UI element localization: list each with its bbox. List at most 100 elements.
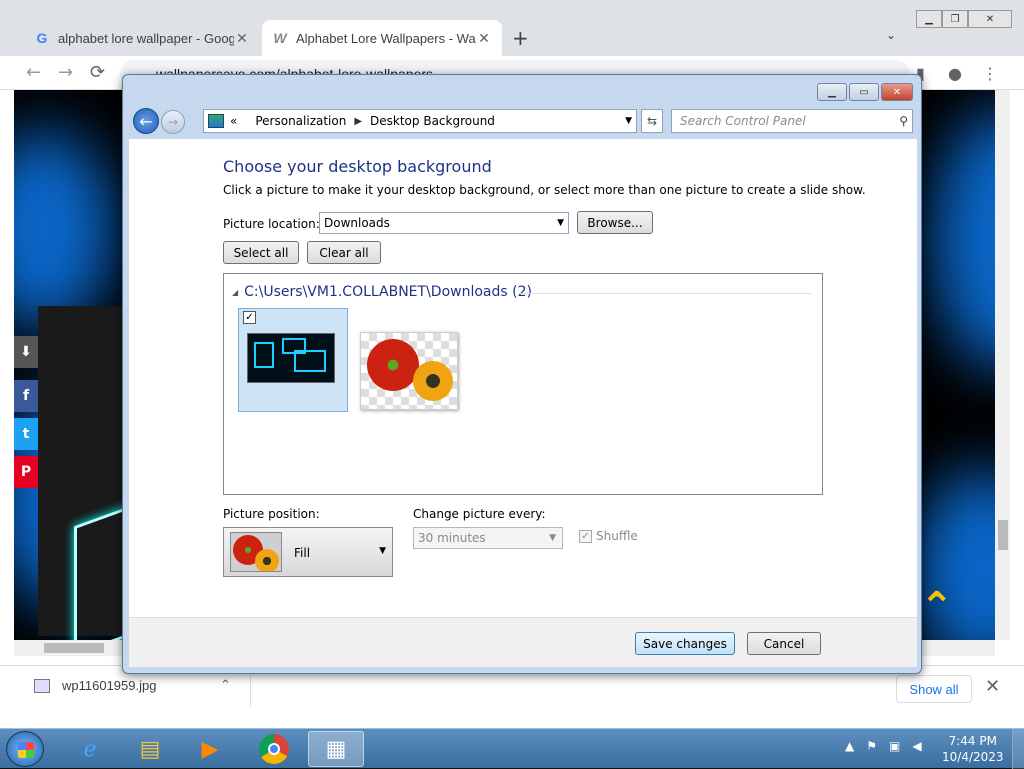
tab-wallpapercave[interactable]: W Alphabet Lore Wallpapers - Wall ✕ [262,20,502,56]
new-tab-button[interactable]: + [512,26,529,50]
collapse-triangle-icon[interactable]: ◢ [232,288,238,297]
change-picture-select[interactable]: 30 minutes ▼ [413,527,563,549]
action-center-icon[interactable]: ⚑ [866,739,877,753]
tab-search-icon[interactable]: ⌄ [886,28,896,42]
download-share-icon[interactable]: ⬇ [14,336,38,368]
twitter-icon[interactable]: t [14,418,38,450]
clear-all-button[interactable]: Clear all [307,241,381,264]
cancel-button[interactable]: Cancel [747,632,821,655]
save-changes-button[interactable]: Save changes [635,632,735,655]
divider [250,672,251,706]
profile-icon[interactable]: ● [948,64,962,83]
scrollbar-thumb[interactable] [998,520,1008,550]
breadcrumb[interactable]: « Personalization ▶ Desktop Background ▼ [203,109,637,133]
folder-path: C:\Users\VM1.COLLABNET\Downloads (2) [244,284,532,300]
vertical-scrollbar[interactable] [995,90,1010,640]
chevron-up-icon[interactable]: ⌃ [220,678,231,693]
control-panel-taskbar-icon[interactable]: ▦ [308,731,364,767]
forward-arrow-icon[interactable]: → [161,110,185,134]
search-placeholder: Search Control Panel [680,114,806,128]
minimize-button[interactable]: ▁ [916,10,942,28]
chevron-down-icon: ▼ [549,533,556,543]
network-icon[interactable]: ▣ [889,739,900,753]
change-picture-value: 30 minutes [418,531,486,545]
tab-google-search[interactable]: G alphabet lore wallpaper - Google ✕ [24,20,260,56]
image-file-icon [34,678,50,693]
background-glow [14,130,114,330]
control-panel-icon [208,114,224,128]
breadcrumb-item-personalization[interactable]: Personalization [255,114,346,128]
file-explorer-icon[interactable]: ▤ [122,731,178,767]
minimize-button[interactable]: ▁ [817,83,847,101]
refresh-icon[interactable]: ⇆ [641,109,663,133]
taskbar: ℯ ▤ ▶ ▦ ▲ ⚑ ▣ ◀ 7:44 PM 10/4/2023 [0,728,1024,769]
picture-checkbox[interactable]: ✓ [243,311,256,324]
tab-title: alphabet lore wallpaper - Google [58,30,234,46]
alphabet-lore-thumbnail [247,333,335,383]
scrollbar-thumb[interactable] [44,643,104,653]
tab-title: Alphabet Lore Wallpapers - Wall [296,30,476,46]
page-title: Choose your desktop background [223,157,492,176]
yellow-flower [413,361,453,401]
download-filename: wp11601959.jpg [62,678,157,693]
picture-list: ◢ C:\Users\VM1.COLLABNET\Downloads (2) ✓ [223,273,823,495]
picture-location-select[interactable]: Downloads ▼ [319,212,569,234]
fill-preview-icon [230,532,282,572]
chrome-logo [259,734,289,764]
clock-time: 7:44 PM [948,734,997,748]
browse-button[interactable]: Browse... [577,211,653,234]
close-window-button[interactable]: ✕ [968,10,1012,28]
red-flower [367,339,419,391]
picture-position-select[interactable]: Fill ▼ [223,527,393,577]
main-content: Choose your desktop background Click a p… [129,139,917,617]
close-tab-icon[interactable]: ✕ [476,30,492,47]
picture-item[interactable] [360,332,458,410]
address-row: ← → « Personalization ▶ Desktop Backgrou… [131,107,915,135]
internet-explorer-icon[interactable]: ℯ [62,731,118,767]
maximize-button[interactable]: ▭ [849,83,879,101]
picture-position-value: Fill [294,546,311,560]
picture-item-selected[interactable]: ✓ [238,308,348,412]
media-player-icon[interactable]: ▶ [182,731,238,767]
pinterest-icon[interactable]: P [14,456,38,488]
picture-location-value: Downloads [324,216,390,230]
back-icon[interactable]: ← [26,62,41,83]
close-download-bar-icon[interactable]: ✕ [985,676,1000,697]
start-button[interactable] [6,731,44,767]
close-tab-icon[interactable]: ✕ [234,30,250,47]
window-controls: ▁ ▭ ✕ [817,83,913,101]
show-desktop-button[interactable] [1012,729,1024,769]
page-description: Click a picture to make it your desktop … [223,183,866,197]
show-hidden-icons[interactable]: ▲ [845,739,854,753]
facebook-icon[interactable]: f [14,380,38,412]
chevron-down-icon[interactable]: ▼ [625,116,632,126]
show-all-button[interactable]: Show all [896,675,972,703]
shuffle-checkbox[interactable]: ✓ Shuffle [579,529,638,543]
select-all-button[interactable]: Select all [223,241,299,264]
breadcrumb-prefix[interactable]: « [230,114,237,128]
checkbox-check-icon: ✓ [579,529,592,543]
clock[interactable]: 7:44 PM 10/4/2023 [942,733,1004,765]
google-icon: G [36,30,48,46]
search-icon[interactable]: ⚲ [899,110,908,132]
chrome-icon[interactable] [246,731,302,767]
search-input[interactable]: Search Control Panel ⚲ [671,109,913,133]
reload-icon[interactable]: ⟳ [90,62,105,83]
tab-strip: G alphabet lore wallpaper - Google ✕ W A… [0,0,1024,56]
restore-button[interactable]: ❐ [942,10,968,28]
chevron-right-icon: ▶ [354,115,363,127]
control-panel-window: ▁ ▭ ✕ ← → « Personalization ▶ Desktop Ba… [122,74,922,674]
menu-icon[interactable]: ⋮ [982,64,998,83]
forward-icon[interactable]: → [58,62,73,83]
scroll-to-top-icon[interactable]: ⌃ [920,584,954,630]
back-arrow-icon[interactable]: ← [133,108,159,134]
divider [520,293,812,294]
download-item[interactable]: wp11601959.jpg [34,678,156,693]
wallpapercave-icon: W [273,30,287,46]
folder-group-header[interactable]: ◢ C:\Users\VM1.COLLABNET\Downloads (2) [232,284,532,300]
volume-icon[interactable]: ◀ [912,739,921,753]
picture-location-label: Picture location: [223,217,320,231]
breadcrumb-item-desktop-background[interactable]: Desktop Background [370,114,495,128]
close-button[interactable]: ✕ [881,83,913,101]
chevron-down-icon: ▼ [557,218,564,228]
